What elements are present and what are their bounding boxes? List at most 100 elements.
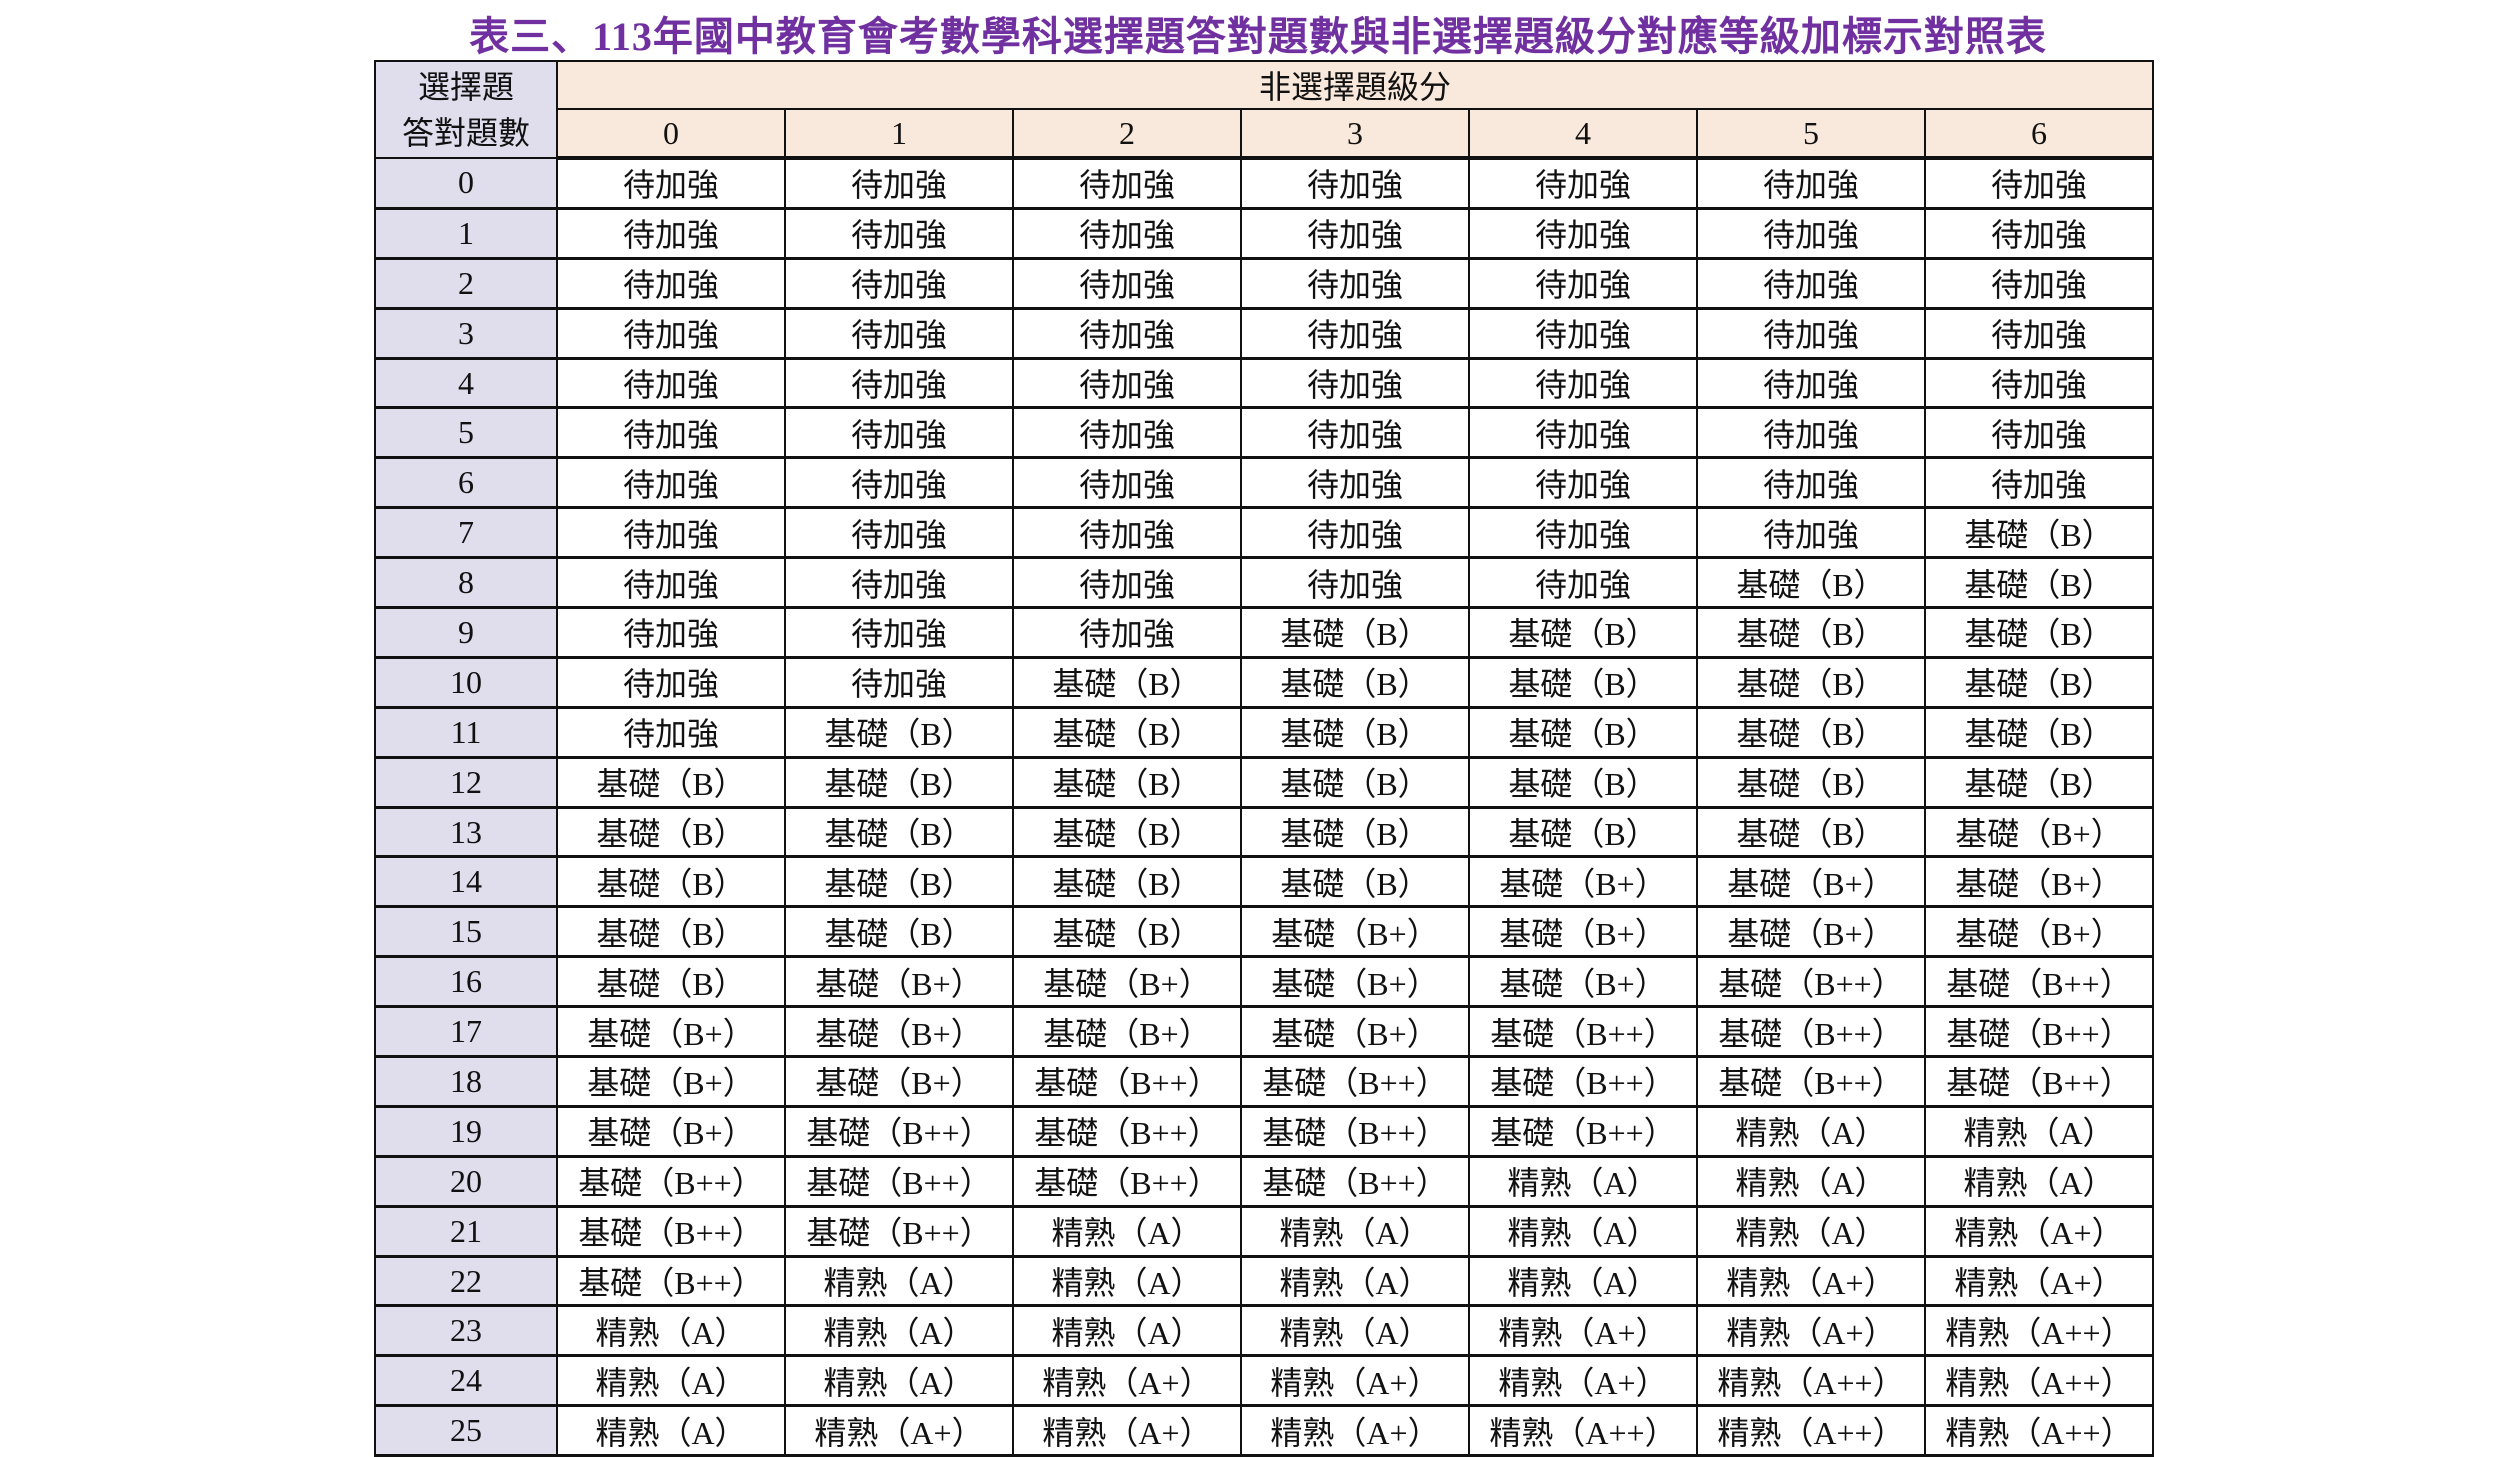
grade-cell: 基礎（B+） (1240, 955, 1470, 1009)
row-axis-header-line2: 答對題數 (401, 114, 530, 151)
grade-cell: 基礎（B） (1240, 855, 1470, 909)
grade-cell: 基礎（B） (556, 756, 786, 809)
table-row: 21 基礎（B++） 基礎（B++） 精熟（A） 精熟（A） 精熟（A） 精熟（A） 精熟（A… (374, 1205, 2154, 1258)
grade-cell: 待加強 (1240, 207, 1470, 260)
grade-cell: 基礎（B+） (784, 1055, 1014, 1108)
row-header: 8 (374, 556, 558, 610)
grade-cell: 基礎（B） (1012, 905, 1242, 959)
grade-cell: 精熟（A） (1240, 1304, 1470, 1358)
grade-cell: 待加強 (556, 456, 786, 510)
grade-cell: 精熟（A++） (1696, 1354, 1926, 1408)
grade-cell: 待加強 (1696, 257, 1926, 310)
grade-cell: 待加強 (1696, 406, 1926, 460)
grade-cell: 基礎（B） (1240, 756, 1470, 809)
grade-cell: 精熟（A++） (1924, 1304, 2154, 1358)
grade-cell: 待加強 (1924, 406, 2154, 460)
grade-cell: 待加強 (556, 156, 786, 210)
row-header: 5 (374, 406, 558, 460)
grade-cell: 待加強 (1468, 456, 1698, 510)
table-row: 2 待加強 待加強 待加強 待加強 待加強 待加強 待加強 (374, 257, 2154, 310)
grade-cell: 基礎（B） (1696, 606, 1926, 659)
grade-cell: 基礎（B+） (556, 1055, 786, 1108)
grade-cell: 待加強 (556, 706, 786, 759)
row-header: 25 (374, 1404, 558, 1457)
grade-cell: 待加強 (1240, 357, 1470, 410)
grade-cell: 待加強 (1240, 456, 1470, 510)
column-header: 2 (1012, 108, 1242, 160)
column-header: 1 (784, 108, 1014, 160)
grade-cell: 精熟（A） (1696, 1105, 1926, 1158)
table-row: 17 基礎（B+） 基礎（B+） 基礎（B+） 基礎（B+） 基礎（B++） 基礎（B++）… (374, 1005, 2154, 1059)
table-row: 23 精熟（A） 精熟（A） 精熟（A） 精熟（A） 精熟（A+） 精熟（A+） 精熟（A++… (374, 1304, 2154, 1358)
grade-cell: 基礎（B++） (1924, 1055, 2154, 1108)
grade-cell: 待加強 (1240, 257, 1470, 310)
grade-cell: 待加強 (1468, 556, 1698, 610)
grade-cell: 基礎（B++） (556, 1155, 786, 1208)
grade-cell: 精熟（A） (1240, 1205, 1470, 1258)
table-row: 15 基礎（B） 基礎（B） 基礎（B） 基礎（B+） 基礎（B+） 基礎（B+） 基礎（B+… (374, 905, 2154, 959)
grade-cell: 基礎（B++） (1240, 1105, 1470, 1158)
grade-cell: 精熟（A+） (1012, 1354, 1242, 1408)
table-row: 0 待加強 待加強 待加強 待加強 待加強 待加強 待加強 (374, 156, 2154, 210)
table-row: 9 待加強 待加強 待加強 基礎（B） 基礎（B） 基礎（B） 基礎（B） (374, 606, 2154, 659)
grade-cell: 待加強 (784, 656, 1014, 709)
grade-cell: 精熟（A+） (1012, 1404, 1242, 1457)
grade-cell: 基礎（B+） (1468, 905, 1698, 959)
grade-cell: 待加強 (784, 207, 1014, 260)
grade-cell: 基礎（B++） (1696, 1055, 1926, 1108)
grade-cell: 精熟（A++） (1924, 1354, 2154, 1408)
table-row: 1 待加強 待加強 待加強 待加強 待加強 待加強 待加強 (374, 207, 2154, 260)
grade-cell: 基礎（B+） (1696, 905, 1926, 959)
page-title: 表三、113年國中教育會考數學科選擇題答對題數與非選擇題級分對應等級加標示對照表 (469, 14, 2047, 59)
grade-cell: 基礎（B） (1696, 806, 1926, 859)
grade-cell: 基礎（B） (556, 855, 786, 909)
grade-cell: 基礎（B+） (1696, 855, 1926, 909)
grade-cell: 待加強 (1468, 207, 1698, 260)
column-group-header: 非選擇題級分 (556, 60, 2154, 110)
grade-cell: 精熟（A） (1012, 1205, 1242, 1258)
grade-cell: 基礎（B） (784, 756, 1014, 809)
grade-cell: 基礎（B+） (1240, 1005, 1470, 1059)
grade-cell: 待加強 (1468, 257, 1698, 310)
grade-cell: 待加強 (1924, 207, 2154, 260)
grade-cell: 待加強 (556, 406, 786, 460)
grade-cell: 精熟（A） (784, 1304, 1014, 1358)
row-header: 15 (374, 905, 558, 959)
grade-cell: 待加強 (1924, 357, 2154, 410)
grade-cell: 待加強 (1696, 456, 1926, 510)
grade-cell: 基礎（B） (1468, 806, 1698, 859)
row-header: 23 (374, 1304, 558, 1358)
grade-cell: 精熟（A+） (1696, 1304, 1926, 1358)
grade-cell: 基礎（B） (1012, 706, 1242, 759)
grade-cell: 待加強 (1240, 406, 1470, 460)
grade-cell: 精熟（A+） (1240, 1404, 1470, 1457)
grade-cell: 基礎（B） (1240, 806, 1470, 859)
grade-cell: 待加強 (1468, 156, 1698, 210)
grade-cell: 待加強 (1240, 556, 1470, 610)
grade-cell: 待加強 (1924, 257, 2154, 310)
grade-cell: 待加強 (784, 406, 1014, 460)
row-header: 14 (374, 855, 558, 909)
grade-cell: 精熟（A） (1924, 1105, 2154, 1158)
grade-cell: 基礎（B） (556, 905, 786, 959)
grade-cell: 待加強 (784, 606, 1014, 659)
grade-cell: 基礎（B） (1468, 756, 1698, 809)
grade-cell: 精熟（A） (1468, 1255, 1698, 1308)
grade-cell: 基礎（B+） (784, 1005, 1014, 1059)
grade-cell: 精熟（A++） (1696, 1404, 1926, 1457)
grade-cell: 基礎（B） (1924, 656, 2154, 709)
grade-cell: 基礎（B++） (1012, 1105, 1242, 1158)
table-row: 18 基礎（B+） 基礎（B+） 基礎（B++） 基礎（B++） 基礎（B++） 基礎（B+… (374, 1055, 2154, 1108)
grade-cell: 待加強 (1696, 307, 1926, 360)
grade-cell: 基礎（B） (1924, 606, 2154, 659)
table-row: 12 基礎（B） 基礎（B） 基礎（B） 基礎（B） 基礎（B） 基礎（B） 基礎（B） (374, 756, 2154, 809)
table-row: 5 待加強 待加強 待加強 待加強 待加強 待加強 待加強 (374, 406, 2154, 460)
grade-cell: 待加強 (1696, 357, 1926, 410)
grade-cell: 基礎（B） (1696, 656, 1926, 709)
grade-cell: 基礎（B） (1240, 706, 1470, 759)
grade-cell: 待加強 (1240, 506, 1470, 560)
row-header: 18 (374, 1055, 558, 1108)
row-header: 6 (374, 456, 558, 510)
table-row: 22 基礎（B++） 精熟（A） 精熟（A） 精熟（A） 精熟（A） 精熟（A+） 精熟（A+… (374, 1255, 2154, 1308)
grade-cell: 基礎（B） (1696, 706, 1926, 759)
